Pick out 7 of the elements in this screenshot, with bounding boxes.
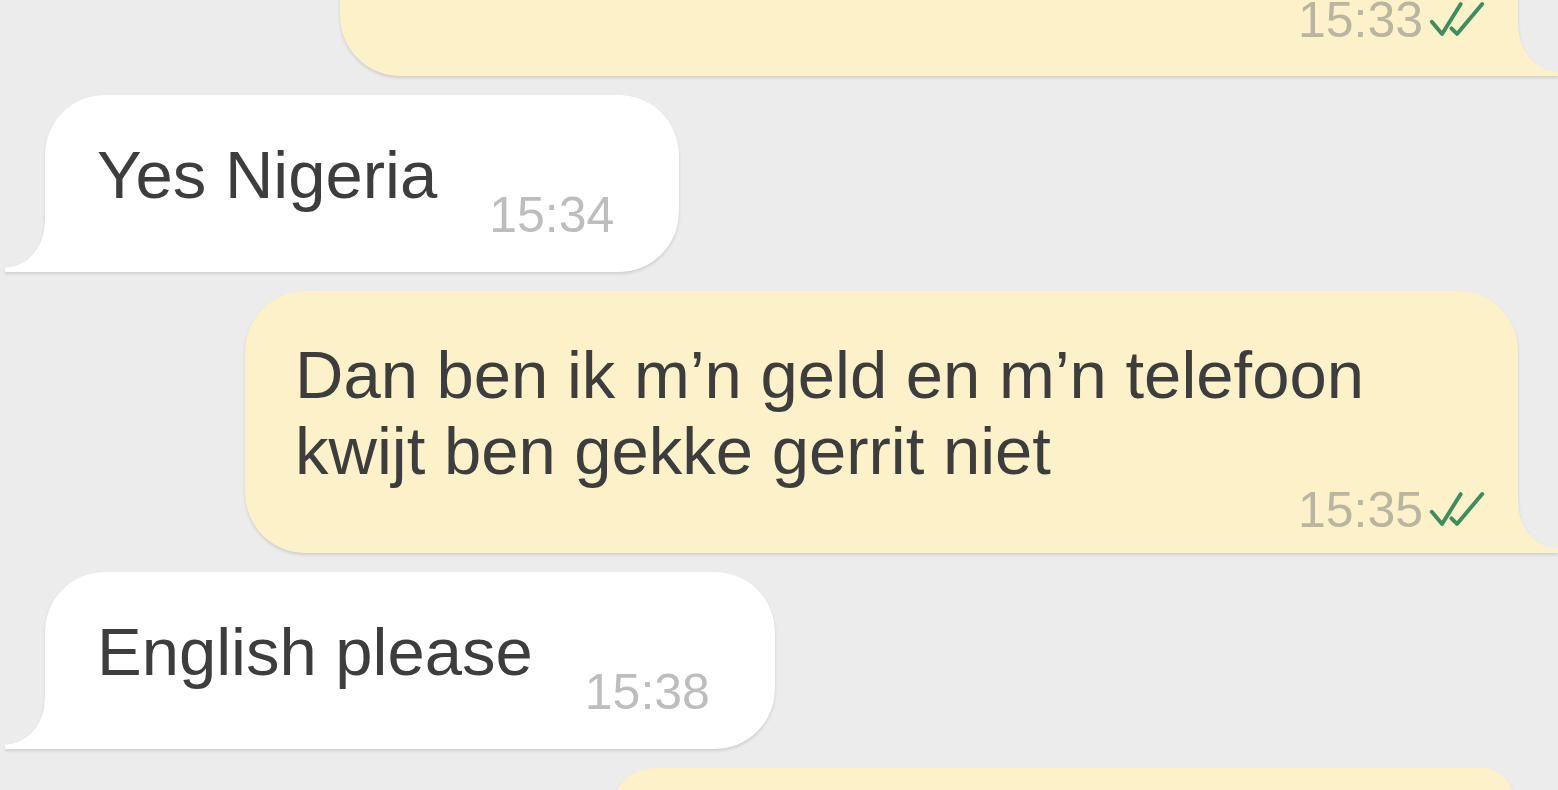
message-time: 15:33 (1297, 0, 1423, 40)
message-text: English please (97, 613, 533, 691)
message-time: 15:35 (1297, 490, 1423, 530)
message-text: Dan ben ik m’n geld en m’n telefoon kwijt ben gekke gerrit niet (295, 337, 1365, 489)
message-time: 15:38 (584, 672, 710, 712)
message-time: 15:34 (489, 195, 615, 235)
message-text: Yes Nigeria (97, 136, 438, 214)
